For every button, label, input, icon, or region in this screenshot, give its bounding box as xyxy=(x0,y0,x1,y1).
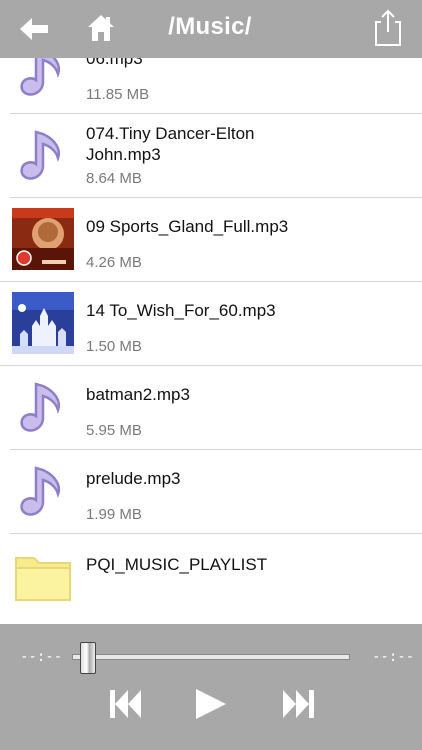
back-arrow-icon[interactable] xyxy=(18,14,52,44)
file-name: batman2.mp3 xyxy=(86,385,190,404)
file-size: 1.50 MB xyxy=(86,338,142,355)
file-list[interactable]: 06.mp3 11.85 MB 074.Tiny Dancer-Elton Jo… xyxy=(0,30,422,624)
total-time: --:-- xyxy=(372,649,415,665)
music-note-icon xyxy=(12,124,74,186)
music-note-icon xyxy=(12,460,74,522)
folder-name: PQI_MUSIC_PLAYLIST xyxy=(86,555,268,574)
home-icon[interactable] xyxy=(86,12,116,44)
file-name: 14 To_Wish_For_60.mp3 xyxy=(86,301,276,320)
file-size: 8.64 MB xyxy=(86,170,142,187)
album-art-image xyxy=(12,208,74,270)
file-name: 09 Sports_Gland_Full.mp3 xyxy=(86,217,289,236)
file-size: 1.99 MB xyxy=(86,506,142,523)
list-item[interactable]: 074.Tiny Dancer-Elton John.mp3 8.64 MB xyxy=(0,114,422,198)
list-item[interactable]: prelude.mp3 1.99 MB xyxy=(0,450,422,534)
file-size: 5.95 MB xyxy=(86,422,142,439)
file-size: 11.85 MB xyxy=(86,86,150,103)
page-title: /Music/ xyxy=(168,13,252,40)
file-name: prelude.mp3 xyxy=(86,469,181,488)
previous-track-icon[interactable] xyxy=(106,684,146,724)
list-item[interactable]: 14 To_Wish_For_60.mp3 1.50 MB xyxy=(0,282,422,366)
share-icon[interactable] xyxy=(372,8,404,48)
album-art-image xyxy=(12,292,74,354)
list-item[interactable]: 09 Sports_Gland_Full.mp3 4.26 MB xyxy=(0,198,422,282)
play-icon[interactable] xyxy=(190,684,230,724)
next-track-icon[interactable] xyxy=(278,684,318,724)
top-bar: /Music/ xyxy=(0,0,422,58)
progress-track[interactable] xyxy=(72,654,350,660)
file-size: 4.26 MB xyxy=(86,254,142,271)
file-name: 074.Tiny Dancer-Elton John.mp3 xyxy=(86,124,255,164)
list-item[interactable]: batman2.mp3 5.95 MB xyxy=(0,366,422,450)
list-item[interactable]: PQI_MUSIC_PLAYLIST xyxy=(0,534,422,618)
music-note-icon xyxy=(12,376,74,438)
progress-slider-handle[interactable] xyxy=(80,642,96,674)
elapsed-time: --:-- xyxy=(20,649,63,665)
folder-icon xyxy=(12,544,74,606)
player-bar: --:-- --:-- xyxy=(0,624,422,750)
